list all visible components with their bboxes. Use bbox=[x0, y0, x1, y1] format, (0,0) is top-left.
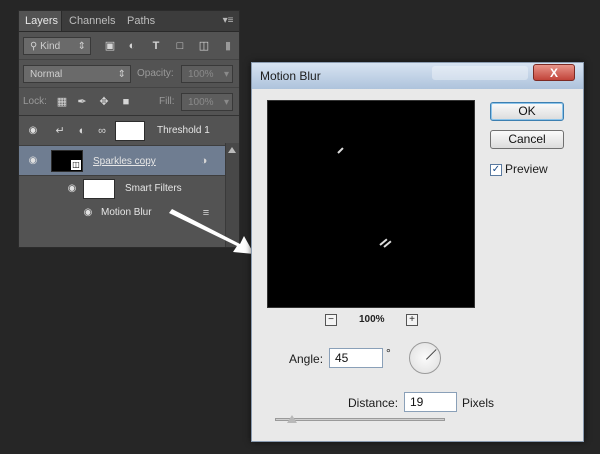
arrow-shape bbox=[169, 209, 254, 254]
close-button[interactable]: X bbox=[533, 64, 575, 81]
angle-field[interactable]: 45 bbox=[329, 348, 383, 368]
background-window-ghost bbox=[432, 66, 528, 80]
plus-icon: + bbox=[409, 314, 415, 325]
distance-unit: Pixels bbox=[462, 396, 495, 410]
filter-preview[interactable] bbox=[267, 100, 475, 308]
sparkle-streak bbox=[337, 147, 344, 154]
preview-label[interactable]: Preview bbox=[505, 162, 548, 176]
zoom-level: 100% bbox=[359, 314, 385, 325]
minus-icon: − bbox=[328, 314, 334, 325]
preview-checkbox[interactable]: ✓ bbox=[490, 164, 502, 176]
distance-field[interactable]: 19 bbox=[404, 392, 457, 412]
distance-slider-track[interactable] bbox=[275, 418, 445, 421]
checkmark-icon: ✓ bbox=[491, 164, 501, 175]
zoom-out-button[interactable]: − bbox=[325, 314, 337, 326]
zoom-in-button[interactable]: + bbox=[406, 314, 418, 326]
close-icon: X bbox=[549, 66, 558, 80]
distance-slider-thumb[interactable] bbox=[287, 415, 297, 423]
motion-blur-dialog: Motion Blur X − 100% + OK Cancel ✓ Previ… bbox=[251, 62, 584, 442]
distance-label: Distance: bbox=[348, 396, 399, 410]
angle-label: Angle: bbox=[289, 352, 324, 366]
angle-needle bbox=[426, 349, 437, 360]
dialog-title: Motion Blur bbox=[260, 69, 321, 83]
angle-unit: ° bbox=[386, 346, 391, 360]
cancel-button[interactable]: Cancel bbox=[490, 130, 564, 149]
dialog-titlebar[interactable]: Motion Blur X bbox=[252, 63, 583, 89]
angle-dial[interactable] bbox=[409, 342, 441, 374]
ok-button[interactable]: OK bbox=[490, 102, 564, 121]
